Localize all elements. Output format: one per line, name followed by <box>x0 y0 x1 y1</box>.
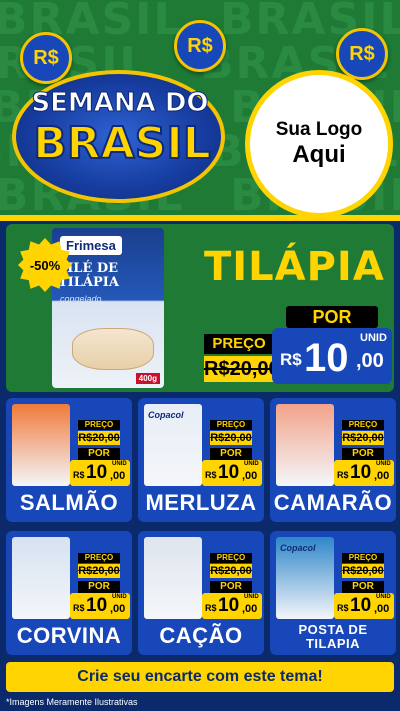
price-integer: 10 <box>218 462 240 483</box>
fillet-image <box>72 328 154 370</box>
por-label: POR <box>210 581 252 593</box>
product-card: PREÇO R$20,00 POR R$ 10 ,00 UNID CAÇÃO <box>138 531 264 655</box>
old-price: R$20,00 <box>78 564 120 578</box>
price-integer: 10 <box>218 595 240 616</box>
disclaimer: *Imagens Meramente Ilustrativas <box>6 697 138 707</box>
package-name: FILÉ DE TILÁPIA <box>58 261 119 290</box>
old-price: R$20,00 <box>78 431 120 445</box>
product-name: CAÇÃO <box>159 623 243 648</box>
por-label: POR <box>286 306 378 328</box>
product-image <box>12 537 70 619</box>
product-image <box>276 404 334 486</box>
preco-label: PREÇO <box>342 553 384 563</box>
price-decimal: ,00 <box>110 470 126 482</box>
price-decimal: ,00 <box>374 470 390 482</box>
price-currency: R$ <box>205 603 217 613</box>
price-unit: UNID <box>112 461 127 467</box>
new-price: R$ 10 ,00 UNID <box>272 328 392 384</box>
product-image <box>12 404 70 486</box>
price-currency: R$ <box>73 470 85 480</box>
new-price: R$ 10 ,00 UNID <box>70 593 130 619</box>
price-integer: 10 <box>304 336 349 380</box>
new-price: R$ 10 ,00 UNID <box>70 460 130 486</box>
logo-placeholder: Sua Logo Aqui <box>245 70 393 215</box>
price-unit: UNID <box>360 332 387 344</box>
price-currency: R$ <box>205 470 217 480</box>
product-card: PREÇO R$20,00 POR R$ 10 ,00 UNID CAMARÃO <box>270 398 396 522</box>
package-brand: Copacol <box>148 410 184 420</box>
old-price: R$20,00 <box>342 431 384 445</box>
price-currency: R$ <box>337 603 349 613</box>
product-card: PREÇO R$20,00 POR R$ 10 ,00 UNID POSTA D… <box>270 531 396 655</box>
product-card: PREÇO R$20,00 POR R$ 10 ,00 UNID MERLUZA… <box>138 398 264 522</box>
preco-label: PREÇO <box>204 334 274 354</box>
new-price: R$ 10 ,00 UNID <box>202 593 262 619</box>
preco-label: PREÇO <box>210 420 252 430</box>
product-name: POSTA DE TILAPIA <box>298 622 368 651</box>
package-brand: Copacol <box>280 543 316 553</box>
coin-icon: R$ <box>174 20 226 72</box>
price-unit: UNID <box>376 461 391 467</box>
preco-label: PREÇO <box>78 553 120 563</box>
hero-offer: Frimesa FILÉ DE TILÁPIA congelado 400g -… <box>6 224 394 392</box>
title-line1: SEMANA DO <box>31 88 209 119</box>
price-decimal: ,00 <box>374 603 390 615</box>
por-label: POR <box>210 448 252 460</box>
hero-title: TILÁPIA <box>204 244 385 290</box>
preco-label: PREÇO <box>342 420 384 430</box>
preco-label: PREÇO <box>210 553 252 563</box>
old-price: R$20,00 <box>342 564 384 578</box>
price-currency: R$ <box>337 470 349 480</box>
price-unit: UNID <box>376 594 391 600</box>
product-card: PREÇO R$20,00 POR R$ 10 ,00 UNID SALMÃO <box>6 398 132 522</box>
price-unit: UNID <box>244 461 259 467</box>
price-decimal: ,00 <box>242 603 258 615</box>
cta-banner[interactable]: Crie seu encarte com este tema! <box>6 662 394 692</box>
price-decimal: ,00 <box>242 470 258 482</box>
logo-text-line2: Aqui <box>292 141 346 168</box>
por-label: POR <box>342 448 384 460</box>
new-price: R$ 10 ,00 UNID <box>202 460 262 486</box>
coin-icon: R$ <box>336 28 388 80</box>
price-integer: 10 <box>86 595 108 616</box>
preco-label: PREÇO <box>78 420 120 430</box>
price-integer: 10 <box>350 595 372 616</box>
product-name: MERLUZA <box>145 490 257 515</box>
package-weight: 400g <box>135 373 160 384</box>
product-image <box>144 537 202 619</box>
product-name: SALMÃO <box>19 490 119 515</box>
coin-icon: R$ <box>20 32 72 84</box>
logo-text-line1: Sua Logo <box>275 119 363 140</box>
price-decimal: ,00 <box>110 603 126 615</box>
old-price: R$20,00 <box>204 356 280 382</box>
por-label: POR <box>78 581 120 593</box>
price-unit: UNID <box>244 594 259 600</box>
old-price: R$20,00 <box>210 431 252 445</box>
package-sub: congelado <box>60 294 102 304</box>
price-currency: R$ <box>73 603 85 613</box>
price-unit: UNID <box>112 594 127 600</box>
price-integer: 10 <box>350 462 372 483</box>
product-name: CORVINA <box>16 623 122 648</box>
product-name: CAMARÃO <box>273 490 393 515</box>
product-card: PREÇO R$20,00 POR R$ 10 ,00 UNID CORVINA <box>6 531 132 655</box>
new-price: R$ 10 ,00 UNID <box>334 593 394 619</box>
new-price: R$ 10 ,00 UNID <box>334 460 394 486</box>
price-integer: 10 <box>86 462 108 483</box>
por-label: POR <box>78 448 120 460</box>
old-price: R$20,00 <box>210 564 252 578</box>
header-banner: BRASIL BRASIL BRASIL BRASIL BRASIL BRASI… <box>0 0 400 215</box>
price-currency: R$ <box>280 350 302 369</box>
por-label: POR <box>342 581 384 593</box>
title-line2: BRASIL <box>32 117 212 170</box>
divider <box>0 215 400 221</box>
price-decimal: ,00 <box>356 350 384 372</box>
